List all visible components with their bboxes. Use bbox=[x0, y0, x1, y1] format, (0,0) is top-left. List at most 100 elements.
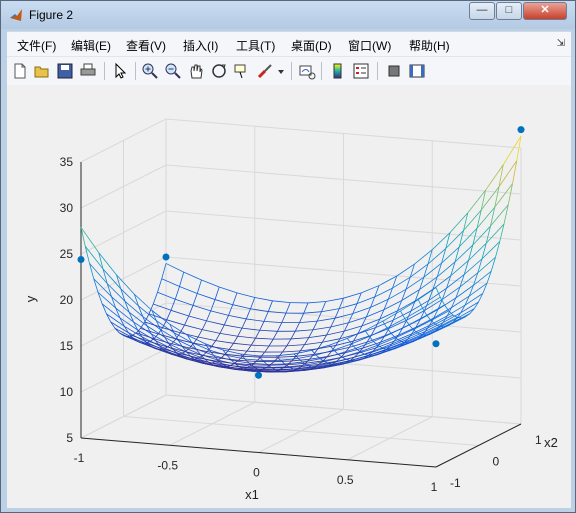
mesh-line bbox=[161, 263, 167, 279]
mesh-line bbox=[272, 331, 278, 340]
rotate-3d-icon[interactable] bbox=[210, 62, 228, 80]
mesh-line bbox=[259, 321, 265, 331]
mesh-line bbox=[236, 292, 255, 298]
figure-window: Figure 2 — □ ✕ 文件(F) 编辑(E) 查看(V) 插入(I) 工… bbox=[0, 0, 576, 513]
x2-axis-line bbox=[435, 423, 522, 468]
colorbar-icon[interactable] bbox=[329, 62, 347, 80]
pan-icon[interactable] bbox=[187, 62, 205, 80]
mesh-line bbox=[308, 334, 327, 339]
surface-plot[interactable]: 5 10 15 20 25 30 35 -1 -0.5 0 0.5 1 -1 0 1 x1 y x2 bbox=[7, 85, 571, 508]
mesh-line bbox=[215, 333, 221, 341]
data-cursor-icon[interactable] bbox=[233, 62, 251, 80]
mesh-line bbox=[396, 263, 415, 277]
legend-icon[interactable] bbox=[352, 62, 370, 80]
maximize-button[interactable]: □ bbox=[496, 2, 522, 20]
mesh-line bbox=[188, 315, 207, 322]
mesh-line bbox=[346, 338, 352, 345]
mesh-line bbox=[255, 330, 261, 339]
figure-canvas[interactable]: 5 10 15 20 25 30 35 -1 -0.5 0 0.5 1 -1 0 1 x1 y x2 bbox=[7, 85, 571, 508]
zoom-out-icon[interactable] bbox=[164, 62, 182, 80]
mesh-line bbox=[228, 304, 234, 316]
mesh-line bbox=[197, 293, 216, 300]
menu-tools[interactable]: 工具(T) bbox=[236, 37, 275, 54]
menu-bar: 文件(F) 编辑(E) 查看(V) 插入(I) 工具(T) 桌面(D) 窗口(W… bbox=[7, 31, 571, 56]
mesh-line bbox=[170, 299, 176, 311]
mesh-line bbox=[321, 301, 327, 312]
mesh-line bbox=[255, 337, 274, 340]
show-plot-tools-icon[interactable] bbox=[408, 62, 426, 80]
title-bar[interactable]: Figure 2 — □ ✕ bbox=[1, 1, 575, 29]
mesh-line bbox=[165, 263, 184, 273]
mesh-line bbox=[408, 341, 413, 344]
mesh-line bbox=[294, 322, 300, 332]
mesh-line bbox=[304, 341, 323, 346]
y-tick-label: 5 bbox=[66, 431, 73, 445]
mesh-line bbox=[317, 317, 336, 322]
mesh-line bbox=[290, 330, 296, 340]
mesh-line bbox=[192, 293, 198, 306]
mesh-line bbox=[364, 330, 370, 337]
mesh-line bbox=[197, 336, 216, 341]
data-point bbox=[432, 340, 440, 348]
mesh-line bbox=[269, 361, 275, 366]
menu-insert[interactable]: 插入(I) bbox=[183, 37, 218, 54]
mesh-line bbox=[238, 359, 257, 362]
mesh-line bbox=[272, 300, 291, 304]
mesh-line bbox=[219, 324, 225, 334]
mesh-line bbox=[244, 358, 263, 361]
mesh-line bbox=[214, 286, 220, 300]
mesh-line bbox=[241, 327, 260, 331]
brush-icon[interactable] bbox=[256, 62, 274, 80]
menu-file[interactable]: 文件(F) bbox=[17, 37, 56, 54]
tick-labels: 5 10 15 20 25 30 35 -1 -0.5 0 0.5 1 -1 0 1 bbox=[60, 155, 542, 494]
mesh-line bbox=[319, 367, 324, 369]
mesh-line bbox=[246, 344, 252, 352]
window-title: Figure 2 bbox=[29, 8, 74, 22]
hide-plot-tools-icon[interactable] bbox=[385, 62, 403, 80]
menu-edit[interactable]: 编辑(E) bbox=[71, 37, 111, 54]
open-file-icon[interactable] bbox=[33, 62, 51, 80]
mesh-line bbox=[393, 310, 412, 321]
print-icon[interactable] bbox=[79, 62, 97, 80]
mesh-line bbox=[202, 329, 221, 334]
surface-mesh bbox=[80, 135, 522, 373]
new-figure-icon[interactable] bbox=[11, 62, 29, 80]
mesh-line bbox=[435, 287, 441, 298]
close-button[interactable]: ✕ bbox=[523, 2, 567, 20]
mesh-line bbox=[303, 302, 309, 314]
dock-arrow-icon[interactable]: ⇲ bbox=[557, 38, 565, 49]
menu-help[interactable]: 帮助(H) bbox=[409, 37, 450, 54]
mesh-line bbox=[246, 350, 265, 353]
brush-dropdown-icon[interactable] bbox=[276, 62, 286, 80]
mesh-line bbox=[211, 340, 217, 347]
link-plot-icon[interactable] bbox=[298, 62, 316, 80]
mesh-line bbox=[280, 359, 286, 365]
menu-view[interactable]: 查看(V) bbox=[126, 37, 166, 54]
minimize-button[interactable]: — bbox=[469, 2, 495, 20]
mesh-line bbox=[233, 336, 239, 344]
y-tick-label: 20 bbox=[60, 293, 74, 307]
mesh-line bbox=[254, 297, 273, 302]
mesh-line bbox=[276, 353, 295, 357]
mesh-line bbox=[342, 356, 347, 360]
zoom-in-icon[interactable] bbox=[141, 62, 159, 80]
mesh-line bbox=[268, 338, 274, 347]
mesh-line bbox=[170, 309, 189, 317]
mesh-line bbox=[259, 329, 278, 332]
mesh-line bbox=[184, 315, 190, 326]
mesh-line bbox=[299, 313, 305, 323]
save-icon[interactable] bbox=[56, 62, 74, 80]
menu-desktop[interactable]: 桌面(D) bbox=[291, 37, 332, 54]
mesh-line bbox=[157, 278, 163, 293]
mesh-line bbox=[228, 343, 234, 350]
mesh-line bbox=[316, 311, 322, 322]
mesh-line bbox=[439, 325, 444, 328]
mesh-line bbox=[241, 318, 247, 329]
mesh-line bbox=[263, 320, 282, 324]
mesh-line bbox=[339, 303, 358, 309]
pointer-icon[interactable] bbox=[111, 62, 129, 80]
mesh-line bbox=[390, 348, 395, 351]
mesh-line bbox=[303, 311, 322, 314]
mesh-line bbox=[232, 304, 251, 310]
menu-window[interactable]: 窗口(W) bbox=[348, 37, 391, 54]
